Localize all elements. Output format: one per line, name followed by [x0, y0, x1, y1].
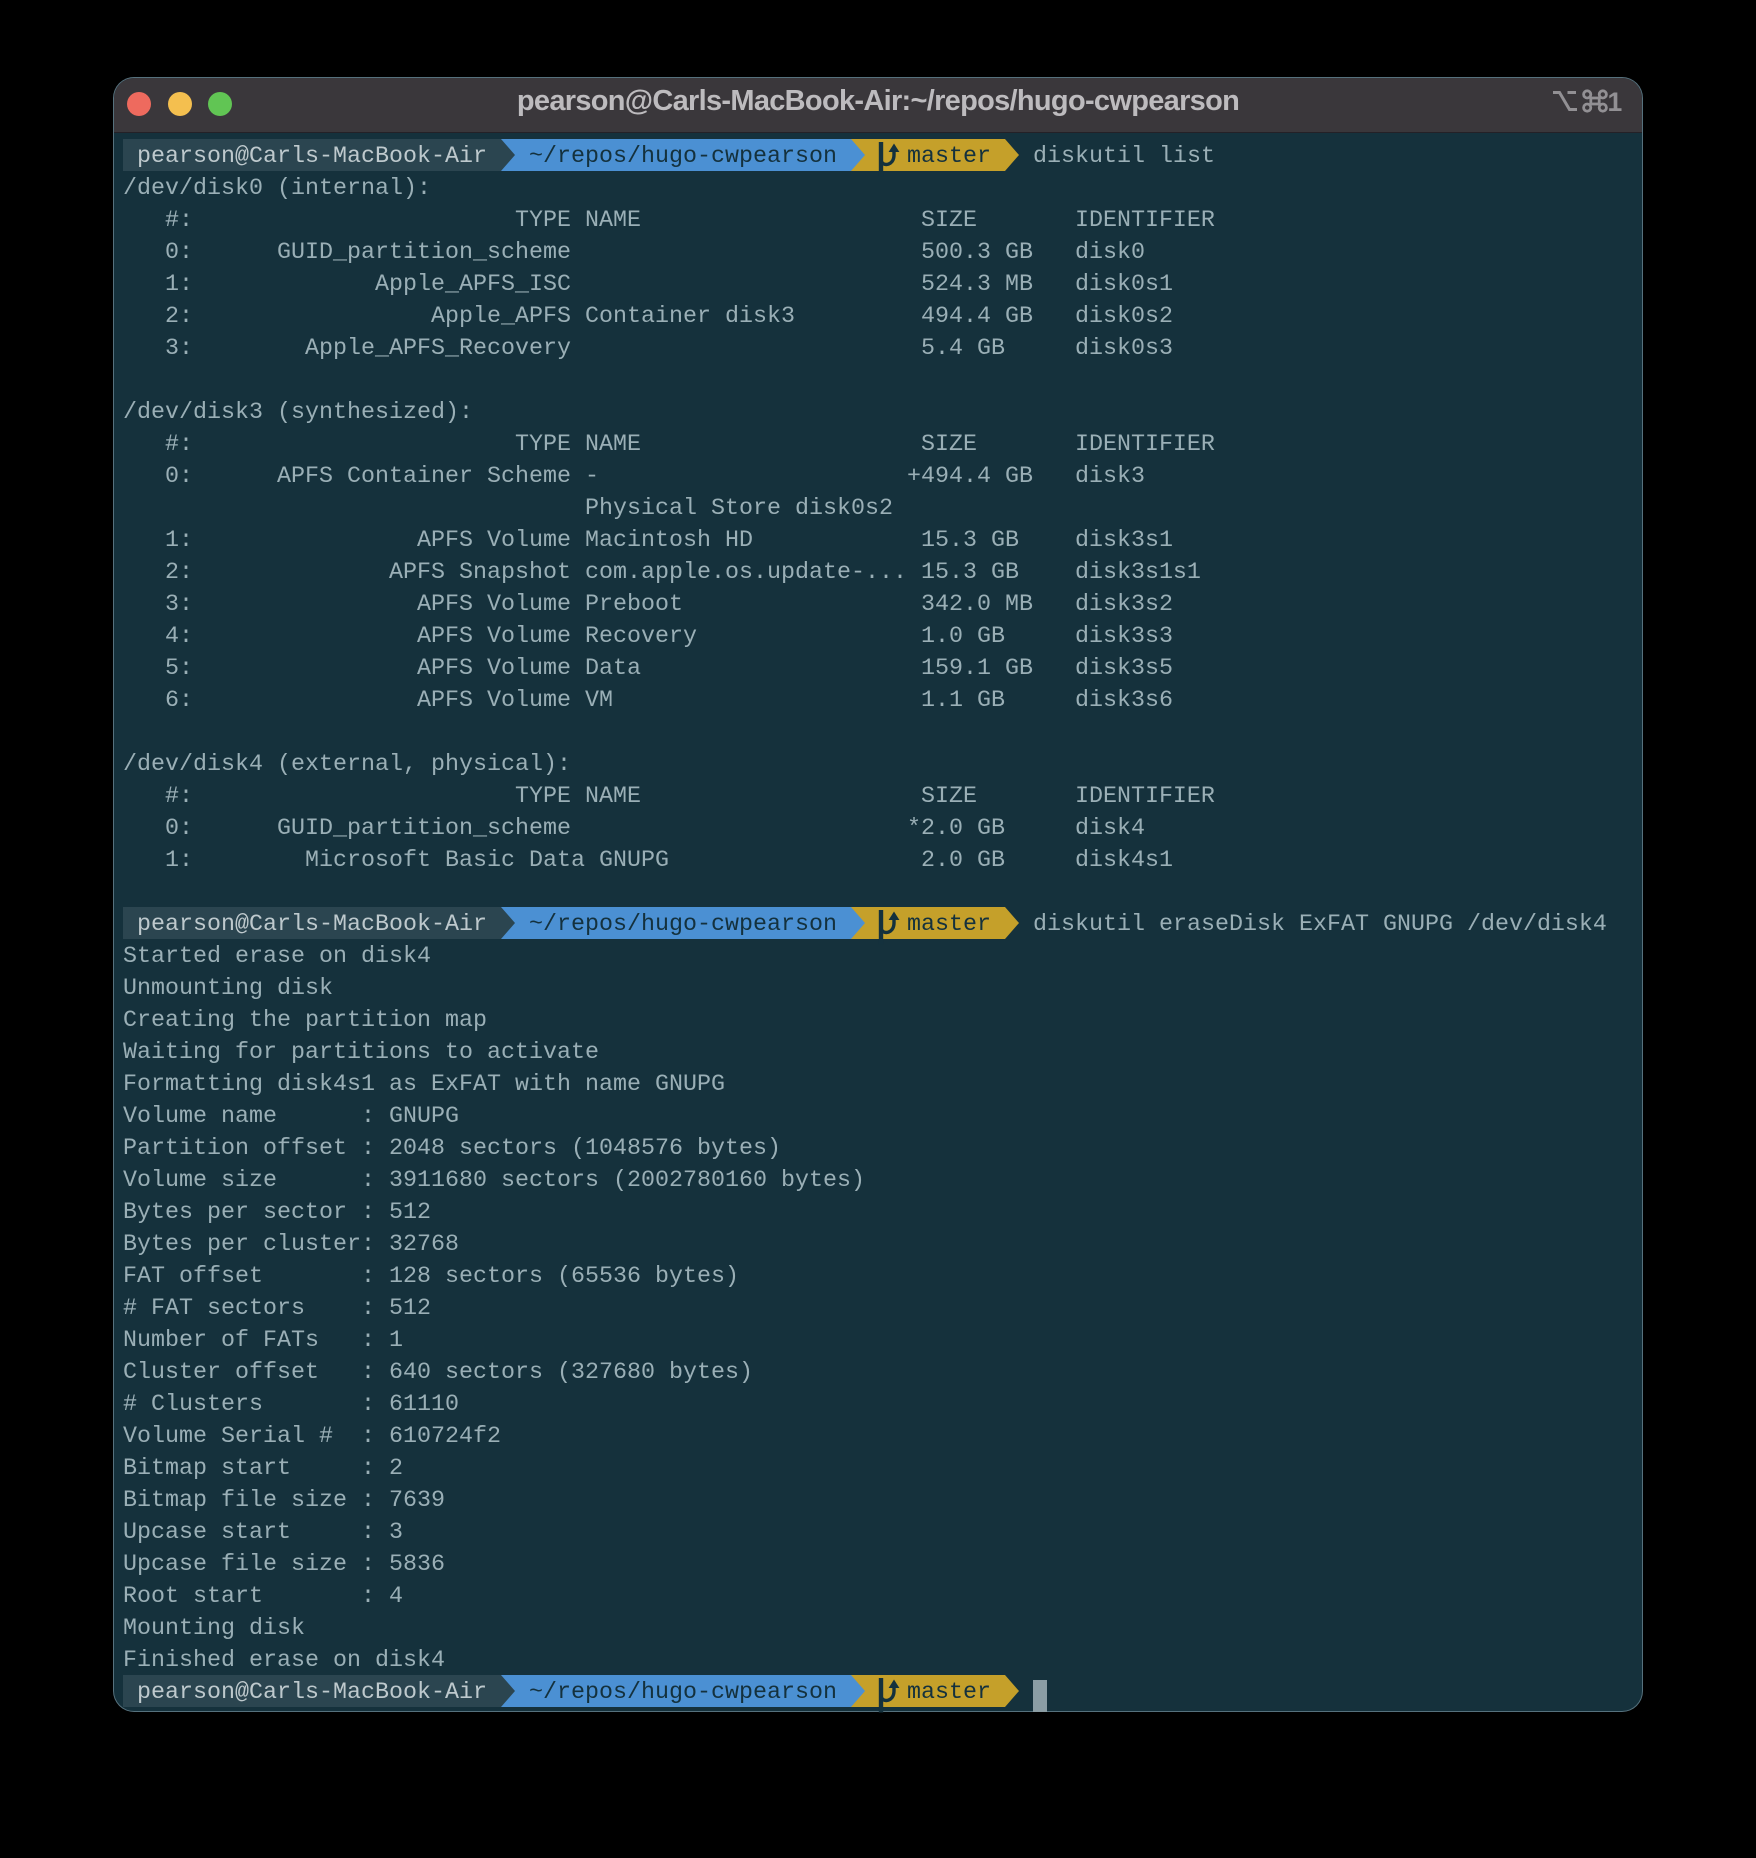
- svg-text:1: 1: [1608, 88, 1623, 114]
